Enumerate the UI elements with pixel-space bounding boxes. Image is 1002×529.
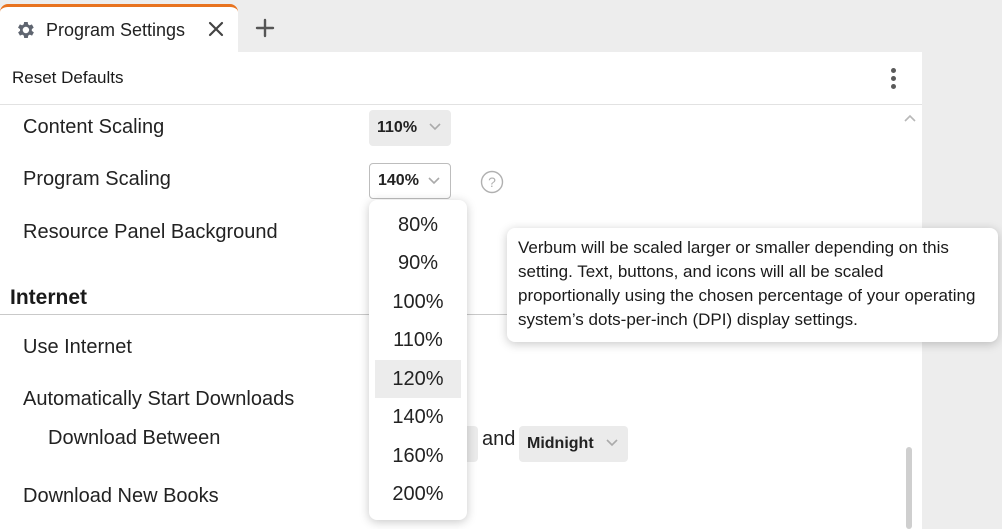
program-scaling-dropdown: 80% 90% 100% 110% 120% 140% 160% 200% bbox=[369, 200, 467, 520]
download-between-label: Download Between bbox=[48, 427, 221, 449]
download-end-select[interactable]: Midnight bbox=[519, 426, 628, 462]
gear-icon bbox=[18, 22, 34, 38]
tab-title: Program Settings bbox=[46, 20, 186, 40]
more-options-icon[interactable] bbox=[883, 66, 905, 92]
content-scaling-select[interactable]: 110% bbox=[369, 110, 451, 146]
dropdown-option[interactable]: 140% bbox=[375, 398, 461, 436]
dropdown-option[interactable]: 200% bbox=[375, 475, 461, 513]
program-scaling-label: Program Scaling bbox=[23, 168, 171, 190]
program-scaling-select[interactable]: 140% bbox=[369, 163, 451, 199]
auto-start-downloads-label: Automatically Start Downloads bbox=[23, 388, 295, 410]
content-scaling-label: Content Scaling bbox=[23, 116, 165, 138]
reset-defaults-button[interactable]: Reset Defaults bbox=[12, 68, 124, 88]
scrollbar-thumb[interactable] bbox=[906, 447, 912, 529]
dropdown-option[interactable]: 80% bbox=[375, 206, 461, 244]
close-icon[interactable] bbox=[206, 19, 226, 39]
dropdown-option[interactable]: 90% bbox=[375, 244, 461, 282]
svg-text:?: ? bbox=[488, 174, 496, 190]
dropdown-option[interactable]: 100% bbox=[375, 283, 461, 321]
chevron-down-icon bbox=[606, 439, 618, 447]
chevron-down-icon bbox=[429, 123, 441, 131]
chevron-down-icon bbox=[428, 177, 440, 185]
internet-section-heading: Internet bbox=[10, 286, 88, 309]
and-label: and bbox=[482, 428, 516, 450]
content-scaling-value: 110% bbox=[377, 119, 418, 136]
tab-program-settings[interactable]: Program Settings bbox=[0, 4, 238, 54]
dropdown-option-highlighted[interactable]: 120% bbox=[375, 360, 461, 398]
scroll-up-chevron-icon[interactable] bbox=[903, 112, 917, 124]
use-internet-label: Use Internet bbox=[23, 336, 132, 358]
download-end-value: Midnight bbox=[527, 435, 594, 452]
settings-toolbar: Reset Defaults bbox=[0, 52, 922, 105]
program-scaling-tooltip: Verbum will be scaled larger or smaller … bbox=[507, 228, 998, 342]
new-tab-plus-icon[interactable] bbox=[253, 16, 277, 40]
help-question-icon[interactable]: ? bbox=[480, 170, 504, 194]
resource-panel-background-label: Resource Panel Background bbox=[23, 221, 278, 243]
download-new-books-label: Download New Books bbox=[23, 485, 219, 507]
program-scaling-value: 140% bbox=[378, 172, 419, 189]
dropdown-option[interactable]: 160% bbox=[375, 437, 461, 475]
dropdown-option[interactable]: 110% bbox=[375, 321, 461, 359]
